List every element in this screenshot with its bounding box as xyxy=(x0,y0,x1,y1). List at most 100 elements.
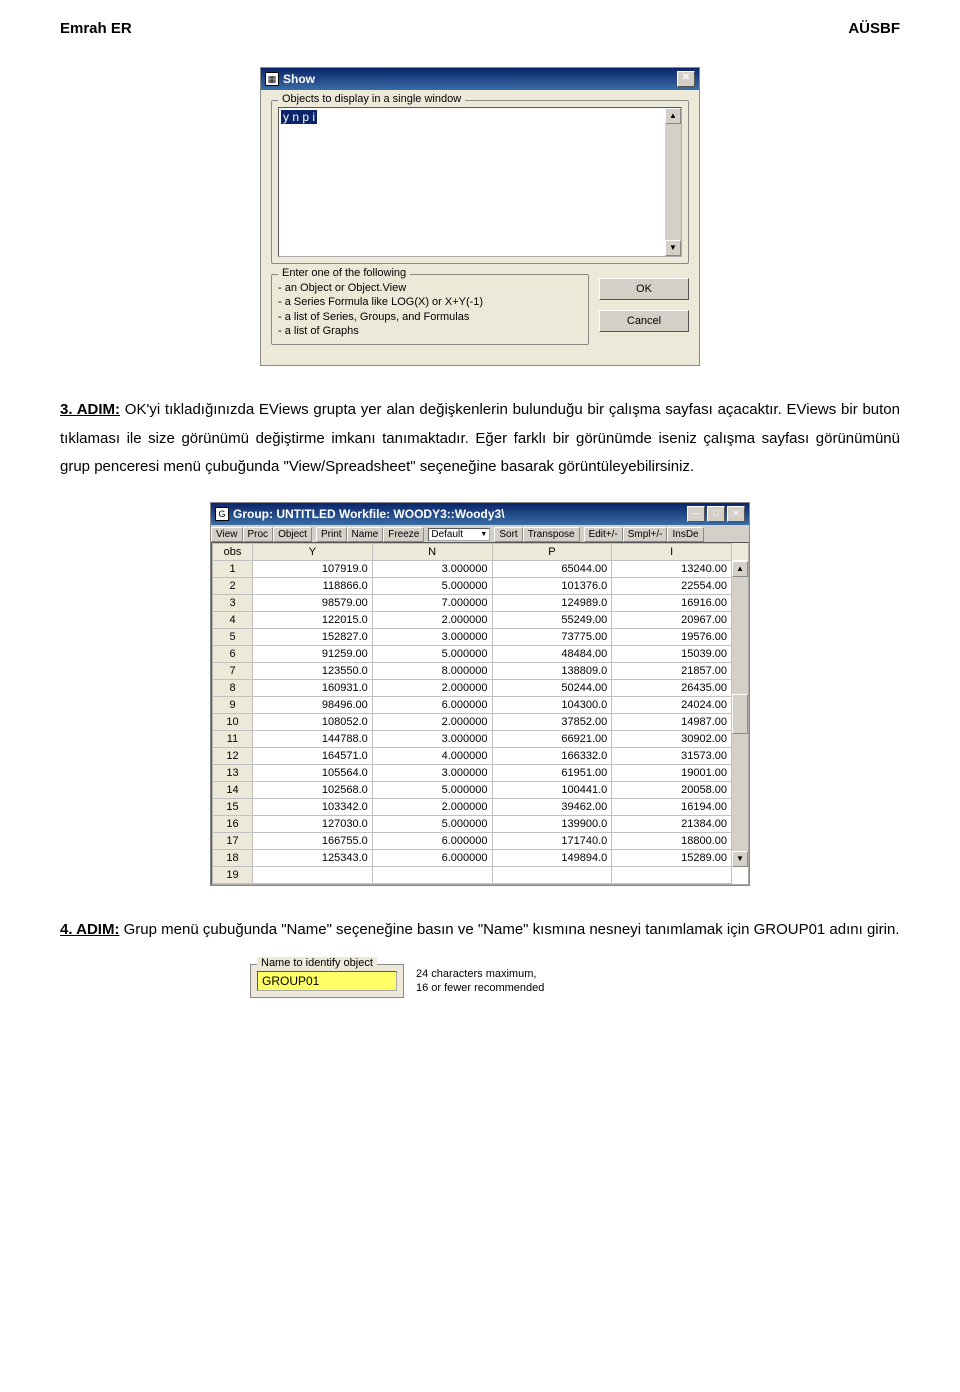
transpose-button[interactable]: Transpose xyxy=(523,527,580,542)
freeze-button[interactable]: Freeze xyxy=(383,527,424,542)
cell[interactable] xyxy=(612,866,732,883)
cell[interactable]: 164571.0 xyxy=(253,747,373,764)
print-button[interactable]: Print xyxy=(316,527,347,542)
cell[interactable]: 20967.00 xyxy=(612,611,732,628)
close-icon[interactable]: ✕ xyxy=(727,506,745,522)
scroll-up-icon[interactable]: ▲ xyxy=(665,108,681,124)
cell[interactable]: 14 xyxy=(213,781,253,798)
edit-button[interactable]: Edit+/- xyxy=(584,527,623,542)
cancel-button[interactable]: Cancel xyxy=(599,310,689,332)
table-row[interactable]: 19 xyxy=(213,866,748,883)
cell[interactable]: 3.000000 xyxy=(372,764,492,781)
table-row[interactable]: 13105564.03.00000061951.0019001.00 xyxy=(213,764,748,781)
cell[interactable]: 17 xyxy=(213,832,253,849)
table-row[interactable]: 5152827.03.00000073775.0019576.00 xyxy=(213,628,748,645)
cell[interactable]: 16194.00 xyxy=(612,798,732,815)
sort-button[interactable]: Sort xyxy=(494,527,522,542)
cell[interactable]: 10 xyxy=(213,713,253,730)
titlebar[interactable]: G Group: UNTITLED Workfile: WOODY3::Wood… xyxy=(211,503,749,525)
cell[interactable]: 19001.00 xyxy=(612,764,732,781)
objects-textarea[interactable]: y n p i ▲ ▼ xyxy=(278,107,682,257)
cell[interactable]: 5.000000 xyxy=(372,781,492,798)
cell[interactable]: 160931.0 xyxy=(253,679,373,696)
cell[interactable]: 2.000000 xyxy=(372,713,492,730)
cell[interactable]: 124989.0 xyxy=(492,594,612,611)
object-button[interactable]: Object xyxy=(273,527,312,542)
cell[interactable]: 37852.00 xyxy=(492,713,612,730)
cell[interactable]: 127030.0 xyxy=(253,815,373,832)
cell[interactable] xyxy=(372,866,492,883)
cell[interactable]: 8.000000 xyxy=(372,662,492,679)
cell[interactable]: 5.000000 xyxy=(372,815,492,832)
cell[interactable]: 12 xyxy=(213,747,253,764)
cell[interactable]: 103342.0 xyxy=(253,798,373,815)
cell[interactable]: 39462.00 xyxy=(492,798,612,815)
cell[interactable]: 66921.00 xyxy=(492,730,612,747)
cell[interactable]: 166755.0 xyxy=(253,832,373,849)
cell[interactable]: 7.000000 xyxy=(372,594,492,611)
cell[interactable]: 6.000000 xyxy=(372,832,492,849)
cell[interactable]: 4 xyxy=(213,611,253,628)
cell[interactable]: 16916.00 xyxy=(612,594,732,611)
col-header[interactable]: obs xyxy=(213,543,253,560)
cell[interactable]: 122015.0 xyxy=(253,611,373,628)
data-table[interactable]: obsYNPI1107919.03.00000065044.0013240.00… xyxy=(212,543,748,884)
cell[interactable]: 6.000000 xyxy=(372,849,492,866)
cell[interactable]: 55249.00 xyxy=(492,611,612,628)
table-row[interactable]: 398579.007.000000124989.016916.00 xyxy=(213,594,748,611)
cell[interactable]: 149894.0 xyxy=(492,849,612,866)
scroll-up-icon[interactable]: ▲ xyxy=(732,561,748,577)
maximize-icon[interactable]: □ xyxy=(707,506,725,522)
table-row[interactable]: 691259.005.00000048484.0015039.00 xyxy=(213,645,748,662)
table-row[interactable]: 12164571.04.000000166332.031573.00 xyxy=(213,747,748,764)
cell[interactable]: 139900.0 xyxy=(492,815,612,832)
cell[interactable]: 2 xyxy=(213,577,253,594)
cell[interactable]: 7 xyxy=(213,662,253,679)
cell[interactable]: 24024.00 xyxy=(612,696,732,713)
name-input[interactable] xyxy=(257,971,397,991)
cell[interactable]: 21384.00 xyxy=(612,815,732,832)
table-row[interactable]: 2118866.05.000000101376.022554.00 xyxy=(213,577,748,594)
cell[interactable] xyxy=(492,866,612,883)
cell[interactable]: 73775.00 xyxy=(492,628,612,645)
ok-button[interactable]: OK xyxy=(599,278,689,300)
cell[interactable]: 19 xyxy=(213,866,253,883)
cell[interactable]: 108052.0 xyxy=(253,713,373,730)
cell[interactable]: 5.000000 xyxy=(372,577,492,594)
name-button[interactable]: Name xyxy=(347,527,384,542)
cell[interactable]: 15289.00 xyxy=(612,849,732,866)
cell[interactable]: 14987.00 xyxy=(612,713,732,730)
insde-button[interactable]: InsDe xyxy=(667,527,703,542)
titlebar[interactable]: ▦ Show ✕ xyxy=(261,68,699,90)
col-header[interactable]: I xyxy=(612,543,732,560)
cell[interactable]: 6.000000 xyxy=(372,696,492,713)
table-row[interactable]: 15103342.02.00000039462.0016194.00 xyxy=(213,798,748,815)
cell[interactable]: 65044.00 xyxy=(492,560,612,577)
cell[interactable]: 20058.00 xyxy=(612,781,732,798)
cell[interactable]: 152827.0 xyxy=(253,628,373,645)
cell[interactable]: 18 xyxy=(213,849,253,866)
scrollbar-vertical[interactable]: ▲ ▼ xyxy=(732,561,748,867)
view-button[interactable]: View xyxy=(211,527,243,542)
scroll-thumb[interactable] xyxy=(732,694,748,734)
scrollbar-vertical[interactable]: ▲ ▼ xyxy=(665,108,681,256)
minimize-icon[interactable]: — xyxy=(687,506,705,522)
table-row[interactable]: 17166755.06.000000171740.018800.00 xyxy=(213,832,748,849)
cell[interactable]: 30902.00 xyxy=(612,730,732,747)
table-row[interactable]: 10108052.02.00000037852.0014987.00 xyxy=(213,713,748,730)
col-header[interactable]: Y xyxy=(253,543,373,560)
cell[interactable]: 98579.00 xyxy=(253,594,373,611)
cell[interactable]: 11 xyxy=(213,730,253,747)
close-icon[interactable]: ✕ xyxy=(677,71,695,87)
cell[interactable]: 21857.00 xyxy=(612,662,732,679)
cell[interactable]: 16 xyxy=(213,815,253,832)
cell[interactable]: 15039.00 xyxy=(612,645,732,662)
cell[interactable]: 2.000000 xyxy=(372,679,492,696)
cell[interactable]: 98496.00 xyxy=(253,696,373,713)
col-header[interactable]: P xyxy=(492,543,612,560)
cell[interactable]: 50244.00 xyxy=(492,679,612,696)
col-header[interactable]: N xyxy=(372,543,492,560)
table-row[interactable]: 11144788.03.00000066921.0030902.00 xyxy=(213,730,748,747)
cell[interactable]: 3.000000 xyxy=(372,560,492,577)
table-row[interactable]: 8160931.02.00000050244.0026435.00 xyxy=(213,679,748,696)
